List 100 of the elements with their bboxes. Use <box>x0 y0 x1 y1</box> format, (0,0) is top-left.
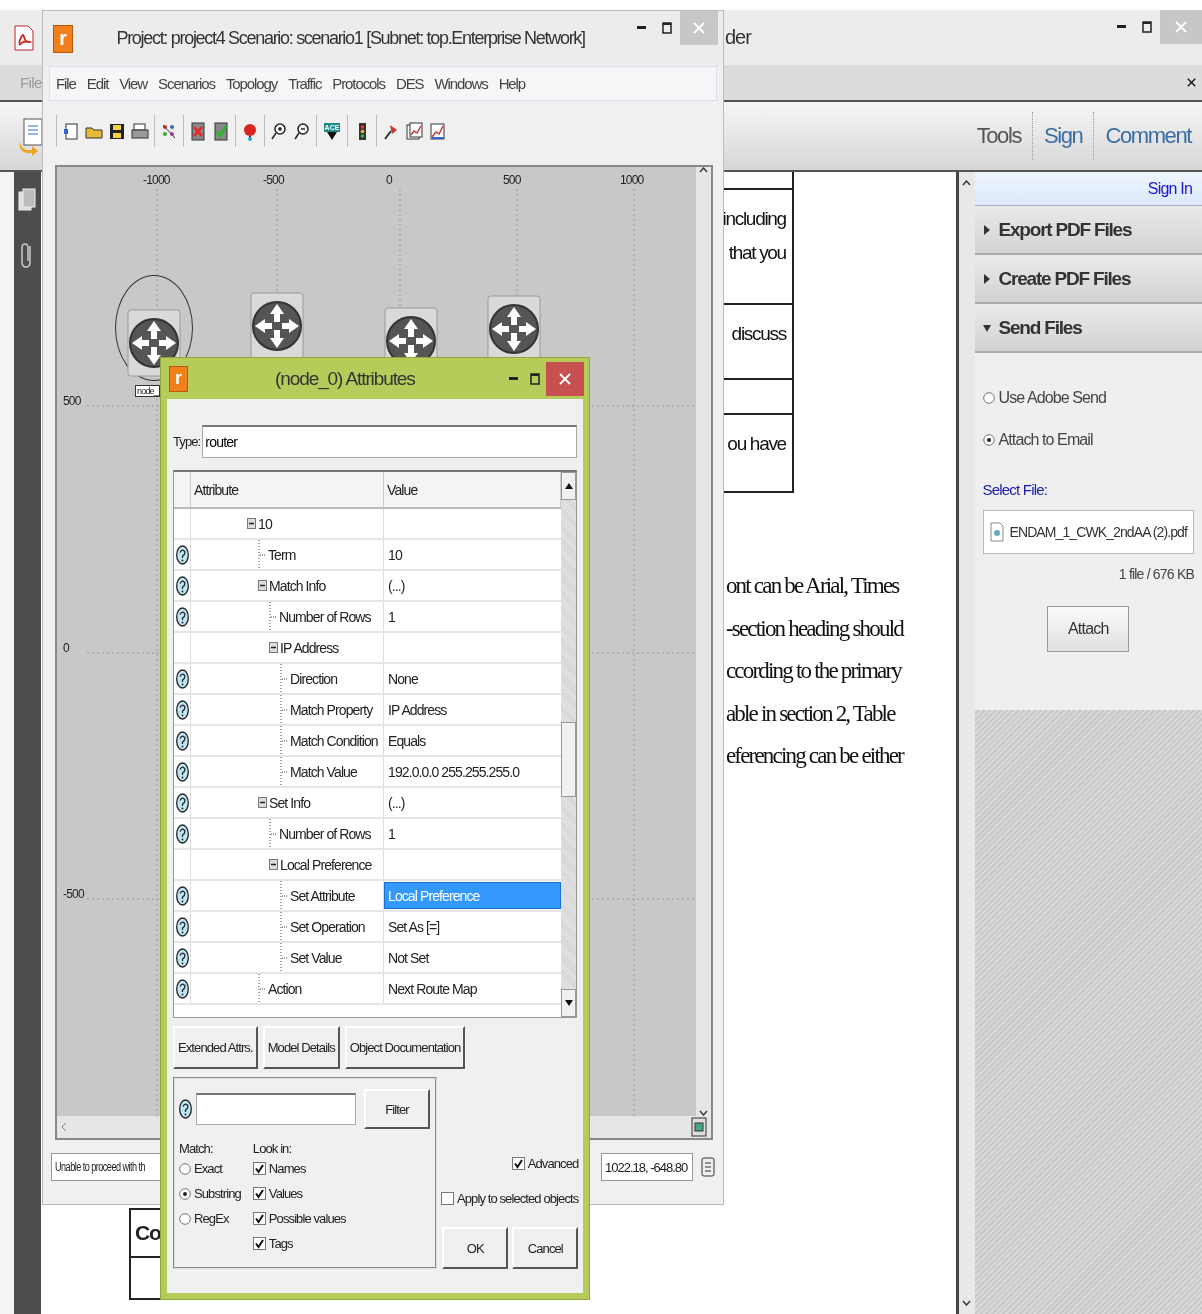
attribute-name[interactable]: Action <box>268 980 302 997</box>
radio-button[interactable] <box>179 1212 191 1225</box>
help-icon[interactable] <box>175 761 189 782</box>
help-icon[interactable] <box>175 978 189 999</box>
attribute-value[interactable]: Next Route Map <box>384 975 561 1002</box>
menu-item[interactable]: File <box>56 75 76 92</box>
table-row[interactable]: IP Address <box>174 633 561 664</box>
menu-item[interactable]: Topology <box>225 75 278 92</box>
attribute-name[interactable]: Match Value <box>290 763 357 780</box>
toolbar-tab[interactable]: Comment <box>1093 112 1202 160</box>
pages-icon[interactable] <box>18 188 37 212</box>
help-icon[interactable] <box>175 792 189 813</box>
checkbox[interactable] <box>511 1157 525 1170</box>
close-button[interactable] <box>546 361 584 396</box>
radio-button[interactable] <box>982 434 995 446</box>
radio-button[interactable] <box>179 1187 191 1200</box>
menu-item[interactable]: Edit <box>86 75 109 92</box>
attribute-name[interactable]: Set Attribute <box>290 887 355 904</box>
attribute-value[interactable]: Not Set <box>384 944 561 971</box>
scroll-thumb[interactable] <box>561 722 576 797</box>
menu-item[interactable]: DES <box>395 75 424 92</box>
menu-item[interactable]: Scenarios <box>158 75 215 92</box>
attribute-name[interactable]: Term <box>268 546 296 563</box>
document-arrow-icon[interactable] <box>18 116 44 156</box>
menu-item[interactable]: Traffic <box>288 75 322 92</box>
scroll-up-button[interactable] <box>561 472 576 500</box>
arrow-left-icon[interactable] <box>61 1122 67 1132</box>
type-field[interactable]: router <box>202 425 577 458</box>
attribute-name[interactable]: IP Address <box>280 639 339 656</box>
menu-item[interactable]: View <box>119 75 148 92</box>
attribute-name[interactable]: Number of Rows <box>279 825 371 842</box>
column-header[interactable]: Attribute <box>191 472 384 507</box>
attribute-name[interactable]: Local Preference <box>280 856 372 873</box>
attribute-name[interactable]: Set Info <box>269 794 311 811</box>
attribute-name[interactable]: 10 <box>258 515 272 532</box>
attribute-name[interactable]: Match Condition <box>290 732 378 749</box>
help-icon[interactable] <box>179 1099 192 1119</box>
attribute-value[interactable]: 1 <box>384 603 561 630</box>
collapse-icon[interactable] <box>258 580 267 591</box>
toolbar-tab[interactable]: Sign <box>1032 112 1094 160</box>
scroll-down-button[interactable] <box>561 989 576 1017</box>
help-icon[interactable] <box>175 730 189 751</box>
table-row[interactable]: 10 <box>174 509 561 540</box>
help-icon[interactable] <box>175 885 189 906</box>
chevron-up-icon[interactable] <box>962 180 972 186</box>
filter-button[interactable]: Filter <box>364 1089 430 1129</box>
dialog-button[interactable]: Extended Attrs. <box>173 1026 258 1069</box>
toolbar-tab[interactable]: Tools <box>965 112 1032 160</box>
collapse-icon[interactable] <box>247 518 256 529</box>
checkbox[interactable] <box>252 1237 266 1250</box>
ok-button[interactable]: OK <box>442 1227 509 1269</box>
attribute-value[interactable]: Set As [=] <box>384 913 561 940</box>
attribute-value[interactable]: None <box>384 665 561 692</box>
help-icon[interactable] <box>175 916 189 937</box>
attribute-value[interactable]: (...) <box>384 572 561 599</box>
scrollbar[interactable] <box>561 472 576 1017</box>
attach-button[interactable]: Attach <box>1047 606 1130 652</box>
help-icon[interactable] <box>175 947 189 968</box>
menu-item[interactable]: Windows <box>434 75 488 92</box>
cancel-button[interactable]: Cancel <box>512 1227 579 1269</box>
attribute-name[interactable]: Number of Rows <box>279 608 371 625</box>
help-icon[interactable] <box>175 823 189 844</box>
menu-item[interactable]: Protocols <box>332 75 385 92</box>
router-icon[interactable] <box>250 292 304 360</box>
attribute-name[interactable]: Set Value <box>290 949 342 966</box>
help-icon[interactable] <box>175 668 189 689</box>
chevron-down-icon[interactable] <box>962 1300 972 1306</box>
radio-button[interactable] <box>982 392 995 404</box>
attribute-value[interactable]: (...) <box>384 789 561 816</box>
attribute-value[interactable]: 192.0.0.0 255.255.255.0 <box>384 758 561 785</box>
help-icon[interactable] <box>175 575 189 596</box>
chevron-up-icon[interactable] <box>699 167 708 173</box>
checkbox[interactable] <box>252 1187 266 1200</box>
dialog-button[interactable]: Model Details <box>262 1026 340 1069</box>
menu-item[interactable]: Help <box>498 75 526 92</box>
status-icon[interactable] <box>701 1157 715 1177</box>
help-icon[interactable] <box>175 699 189 720</box>
filter-field[interactable] <box>196 1093 356 1125</box>
panel-header[interactable]: Create PDF Files <box>974 255 1202 304</box>
help-icon[interactable] <box>175 606 189 627</box>
attribute-value[interactable]: IP Address <box>384 696 561 723</box>
attribute-value[interactable]: 10 <box>384 541 561 568</box>
panel-header[interactable]: Send Files <box>974 304 1202 353</box>
collapse-icon[interactable] <box>269 642 278 653</box>
file-field[interactable]: ENDAM_1_CWK_2ndAA (2).pdf <box>982 510 1194 554</box>
checkbox[interactable] <box>441 1192 454 1205</box>
attribute-name[interactable]: Match Info <box>269 577 326 594</box>
collapse-icon[interactable] <box>258 797 267 808</box>
radio-button[interactable] <box>179 1162 191 1175</box>
checkbox[interactable] <box>252 1212 266 1225</box>
sign-in-link[interactable]: Sign In <box>974 172 1202 206</box>
navigator-icon[interactable] <box>691 1117 707 1137</box>
attribute-name[interactable]: Match Property <box>290 701 373 718</box>
attribute-value[interactable]: 1 <box>384 820 561 847</box>
attribute-value[interactable]: Equals <box>384 727 561 754</box>
checkbox[interactable] <box>252 1162 266 1175</box>
chevron-down-icon[interactable] <box>699 1110 708 1116</box>
attribute-name[interactable]: Direction <box>290 670 338 687</box>
dialog-button[interactable]: Object Documentation <box>344 1026 466 1069</box>
collapse-icon[interactable] <box>269 859 278 870</box>
